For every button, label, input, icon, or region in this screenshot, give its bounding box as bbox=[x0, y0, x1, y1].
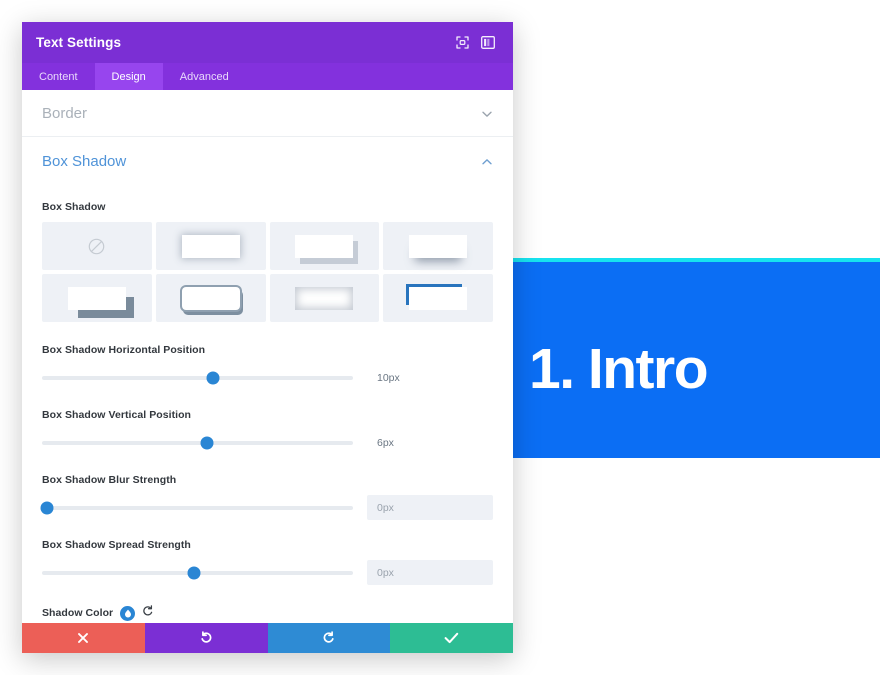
modal-body: Border Box Shadow Box Shadow Box Shadow … bbox=[22, 90, 513, 623]
shadow-color-label: Shadow Color bbox=[42, 607, 114, 619]
preset-accent-corner[interactable] bbox=[383, 274, 493, 322]
checkmark-icon bbox=[444, 632, 459, 644]
slider-knob-spread[interactable] bbox=[187, 566, 201, 579]
reset-arrow-icon[interactable] bbox=[142, 604, 154, 622]
slider-knob-horizontal[interactable] bbox=[206, 371, 220, 384]
value-input-blur[interactable]: 0px bbox=[367, 495, 493, 520]
chevron-down-icon bbox=[481, 107, 493, 119]
slider-track-spread[interactable] bbox=[42, 566, 353, 579]
section-label-box-shadow: Box Shadow bbox=[42, 152, 127, 170]
chevron-up-icon bbox=[481, 155, 493, 167]
modal-footer bbox=[22, 623, 513, 653]
shadow-color-label-row: Shadow Color bbox=[42, 604, 493, 622]
slider-label-horizontal: Box Shadow Horizontal Position bbox=[42, 344, 206, 356]
close-button[interactable] bbox=[22, 623, 145, 653]
slider-row-horizontal: Box Shadow Horizontal Position 10px bbox=[42, 344, 493, 390]
slider-label-spread: Box Shadow Spread Strength bbox=[42, 539, 191, 551]
modal-header: Text Settings bbox=[22, 22, 513, 63]
layout-panel-icon[interactable] bbox=[477, 32, 499, 54]
tab-content[interactable]: Content bbox=[22, 63, 95, 90]
preset-hard-offset[interactable] bbox=[42, 274, 152, 322]
box-shadow-section-body: Box Shadow Box Shadow Horizontal Positio… bbox=[22, 185, 513, 623]
color-drop-icon[interactable] bbox=[120, 605, 136, 621]
modal-title: Text Settings bbox=[36, 35, 122, 50]
section-label-border: Border bbox=[42, 104, 88, 122]
slider-label-vertical: Box Shadow Vertical Position bbox=[42, 409, 192, 421]
section-header-border[interactable]: Border bbox=[22, 90, 513, 137]
slider-track-blur[interactable] bbox=[40, 501, 353, 514]
value-input-vertical[interactable]: 6px bbox=[367, 430, 493, 455]
slider-row-vertical: Box Shadow Vertical Position 6px bbox=[42, 409, 493, 455]
tab-design[interactable]: Design bbox=[94, 63, 163, 90]
undo-button[interactable] bbox=[144, 623, 268, 653]
slider-row-spread: Box Shadow Spread Strength 0px bbox=[42, 539, 493, 585]
preset-inset[interactable] bbox=[269, 274, 380, 322]
modal-tab-bar: Content Design Advanced bbox=[22, 63, 513, 90]
module-heading: 1. Intro bbox=[529, 337, 709, 401]
preset-bottom-blur[interactable] bbox=[383, 222, 493, 270]
preset-offset-flat[interactable] bbox=[269, 222, 380, 270]
module-body: 1. Intro bbox=[513, 258, 880, 458]
intro-module[interactable]: 1. Intro bbox=[508, 188, 880, 465]
preset-field-label: Box Shadow bbox=[42, 201, 106, 213]
expand-icon[interactable] bbox=[451, 32, 473, 54]
preset-none[interactable] bbox=[42, 222, 152, 270]
value-input-spread[interactable]: 0px bbox=[367, 560, 493, 585]
undo-arrow-icon bbox=[199, 631, 213, 645]
slider-label-blur: Box Shadow Blur Strength bbox=[42, 474, 177, 486]
slider-track-horizontal[interactable] bbox=[42, 371, 353, 384]
tab-advanced[interactable]: Advanced bbox=[163, 63, 246, 90]
slider-row-blur: Box Shadow Blur Strength 0px bbox=[40, 474, 493, 520]
preset-glow-even[interactable] bbox=[155, 222, 266, 270]
x-icon bbox=[77, 632, 89, 644]
box-shadow-preset-grid bbox=[42, 222, 493, 322]
text-settings-modal: Text Settings Content Design Advanced Bo… bbox=[22, 22, 513, 653]
settings-scroll-area[interactable]: Border Box Shadow Box Shadow Box Shadow … bbox=[22, 90, 513, 623]
slider-knob-vertical[interactable] bbox=[200, 436, 214, 449]
slider-knob-blur[interactable] bbox=[40, 501, 54, 514]
slider-track-vertical[interactable] bbox=[42, 436, 353, 449]
section-header-box-shadow[interactable]: Box Shadow bbox=[22, 137, 513, 185]
redo-button[interactable] bbox=[267, 623, 391, 653]
value-input-horizontal[interactable]: 10px bbox=[367, 365, 493, 390]
save-button[interactable] bbox=[390, 623, 513, 653]
redo-arrow-icon bbox=[322, 631, 336, 645]
preset-outline-offset[interactable] bbox=[155, 274, 266, 322]
